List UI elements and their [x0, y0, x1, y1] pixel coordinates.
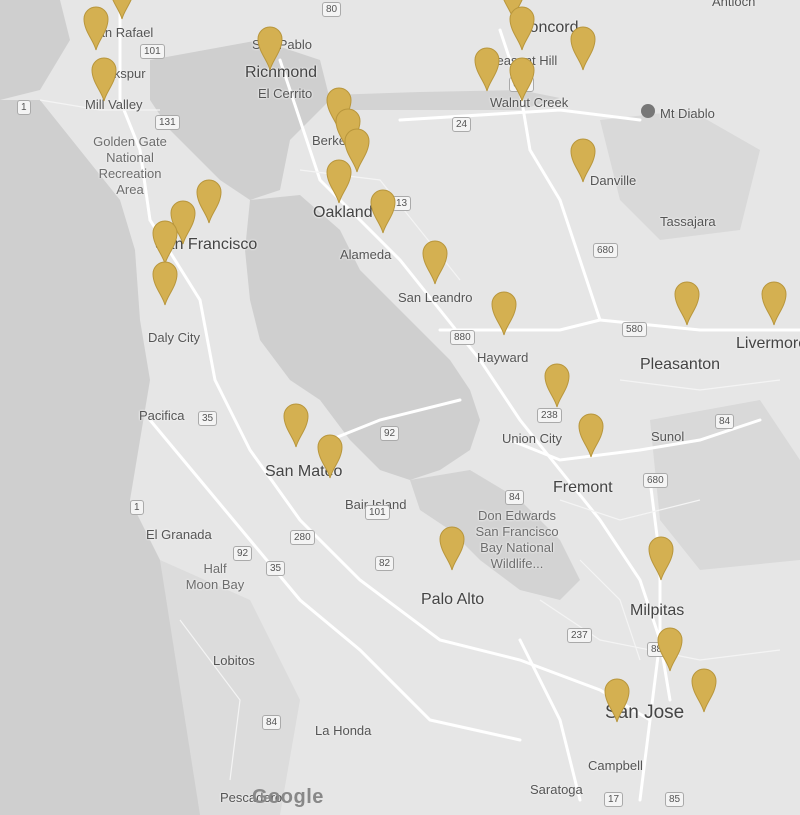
map-marker-pin-icon[interactable] [151, 219, 179, 265]
highway-shield: 880 [450, 330, 475, 345]
highway-shield: 80 [322, 2, 342, 17]
map-marker-pin-icon[interactable] [490, 290, 518, 336]
map-marker-pin-icon[interactable] [256, 25, 284, 71]
map-basemap [0, 0, 800, 815]
map-marker-pin-icon[interactable] [82, 5, 110, 51]
highway-shield: 680 [643, 473, 668, 488]
map-marker-pin-icon[interactable] [282, 402, 310, 448]
label-alameda: Alameda [340, 247, 392, 262]
label-livermore: Livermore [736, 335, 800, 352]
label-antioch: Antioch [712, 0, 756, 9]
highway-shield: 580 [622, 322, 647, 337]
highway-shield: 35 [198, 411, 218, 426]
highway-shield: 92 [233, 546, 253, 561]
map-marker-pin-icon[interactable] [508, 56, 536, 102]
highway-shield: 238 [537, 408, 562, 423]
label-el-cerrito: El Cerrito [258, 86, 313, 101]
label-oakland: Oakland [313, 204, 373, 221]
map-marker-pin-icon[interactable] [108, 0, 136, 20]
map-marker-pin-icon[interactable] [569, 137, 597, 183]
map-marker-pin-icon[interactable] [151, 260, 179, 306]
label-lobitos: Lobitos [213, 653, 255, 668]
google-attribution[interactable]: Google [252, 786, 324, 809]
label-la-honda: La Honda [315, 723, 372, 738]
map-marker-pin-icon[interactable] [656, 626, 684, 672]
map-marker-pin-icon[interactable] [421, 239, 449, 285]
label-campbell: Campbell [588, 758, 643, 773]
highway-shield: 24 [452, 117, 472, 132]
map-marker-pin-icon[interactable] [325, 158, 353, 204]
highway-shield: 84 [505, 490, 525, 505]
map-marker-pin-icon[interactable] [195, 178, 223, 224]
label-fremont: Fremont [553, 479, 613, 496]
label-half-moon-bay: Half Moon Bay [185, 561, 245, 592]
label-pleasanton: Pleasanton [640, 356, 721, 373]
highway-shield: 35 [266, 561, 286, 576]
label-daly-city: Daly City [148, 330, 201, 345]
highway-shield: 82 [375, 556, 395, 571]
label-palo-alto: Palo Alto [421, 591, 485, 608]
map-marker-pin-icon[interactable] [647, 535, 675, 581]
label-tassajara: Tassajara [660, 214, 716, 229]
map-marker-pin-icon[interactable] [577, 412, 605, 458]
label-mt-diablo: Mt Diablo [660, 106, 715, 121]
label-hayward: Hayward [477, 350, 529, 365]
label-golden-gate: Golden Gate National Recreation Area [93, 134, 167, 197]
map-marker-pin-icon[interactable] [508, 5, 536, 51]
highway-shield: 84 [715, 414, 735, 429]
map-marker-pin-icon[interactable] [760, 280, 788, 326]
highway-shield: 17 [604, 792, 624, 807]
highway-shield: 101 [140, 44, 165, 59]
highway-shield: 280 [290, 530, 315, 545]
map-marker-pin-icon[interactable] [603, 677, 631, 723]
highway-shield: 84 [262, 715, 282, 730]
map-marker-pin-icon[interactable] [473, 46, 501, 92]
label-saratoga: Saratoga [530, 782, 583, 797]
map-marker-pin-icon[interactable] [316, 433, 344, 479]
highway-shield: 1 [17, 100, 31, 115]
highway-shield: 92 [380, 426, 400, 441]
map-marker-pin-icon[interactable] [569, 25, 597, 71]
highway-shield: 1 [130, 500, 144, 515]
map-marker-pin-icon[interactable] [673, 280, 701, 326]
map-marker-pin-icon[interactable] [543, 362, 571, 408]
highway-shield: 101 [365, 505, 390, 520]
map-marker-pin-icon[interactable] [90, 56, 118, 102]
label-sunol: Sunol [651, 429, 685, 444]
highway-shield: 680 [593, 243, 618, 258]
mountain-poi-icon [641, 104, 655, 118]
map-canvas[interactable]: San Rafael Larkspur Mill Valley Golden G… [0, 0, 800, 815]
map-marker-pin-icon[interactable] [438, 525, 466, 571]
highway-shield: 237 [567, 628, 592, 643]
label-don-edwards: Don Edwards San Francisco Bay National W… [475, 508, 559, 571]
label-union-city: Union City [502, 431, 562, 446]
map-marker-pin-icon[interactable] [369, 188, 397, 234]
label-san-leandro: San Leandro [398, 290, 473, 305]
map-marker-pin-icon[interactable] [690, 667, 718, 713]
highway-shield: 85 [665, 792, 685, 807]
highway-shield: 131 [155, 115, 180, 130]
label-milpitas: Milpitas [630, 602, 685, 619]
label-el-granada: El Granada [146, 527, 212, 542]
label-pacifica: Pacifica [139, 408, 185, 423]
